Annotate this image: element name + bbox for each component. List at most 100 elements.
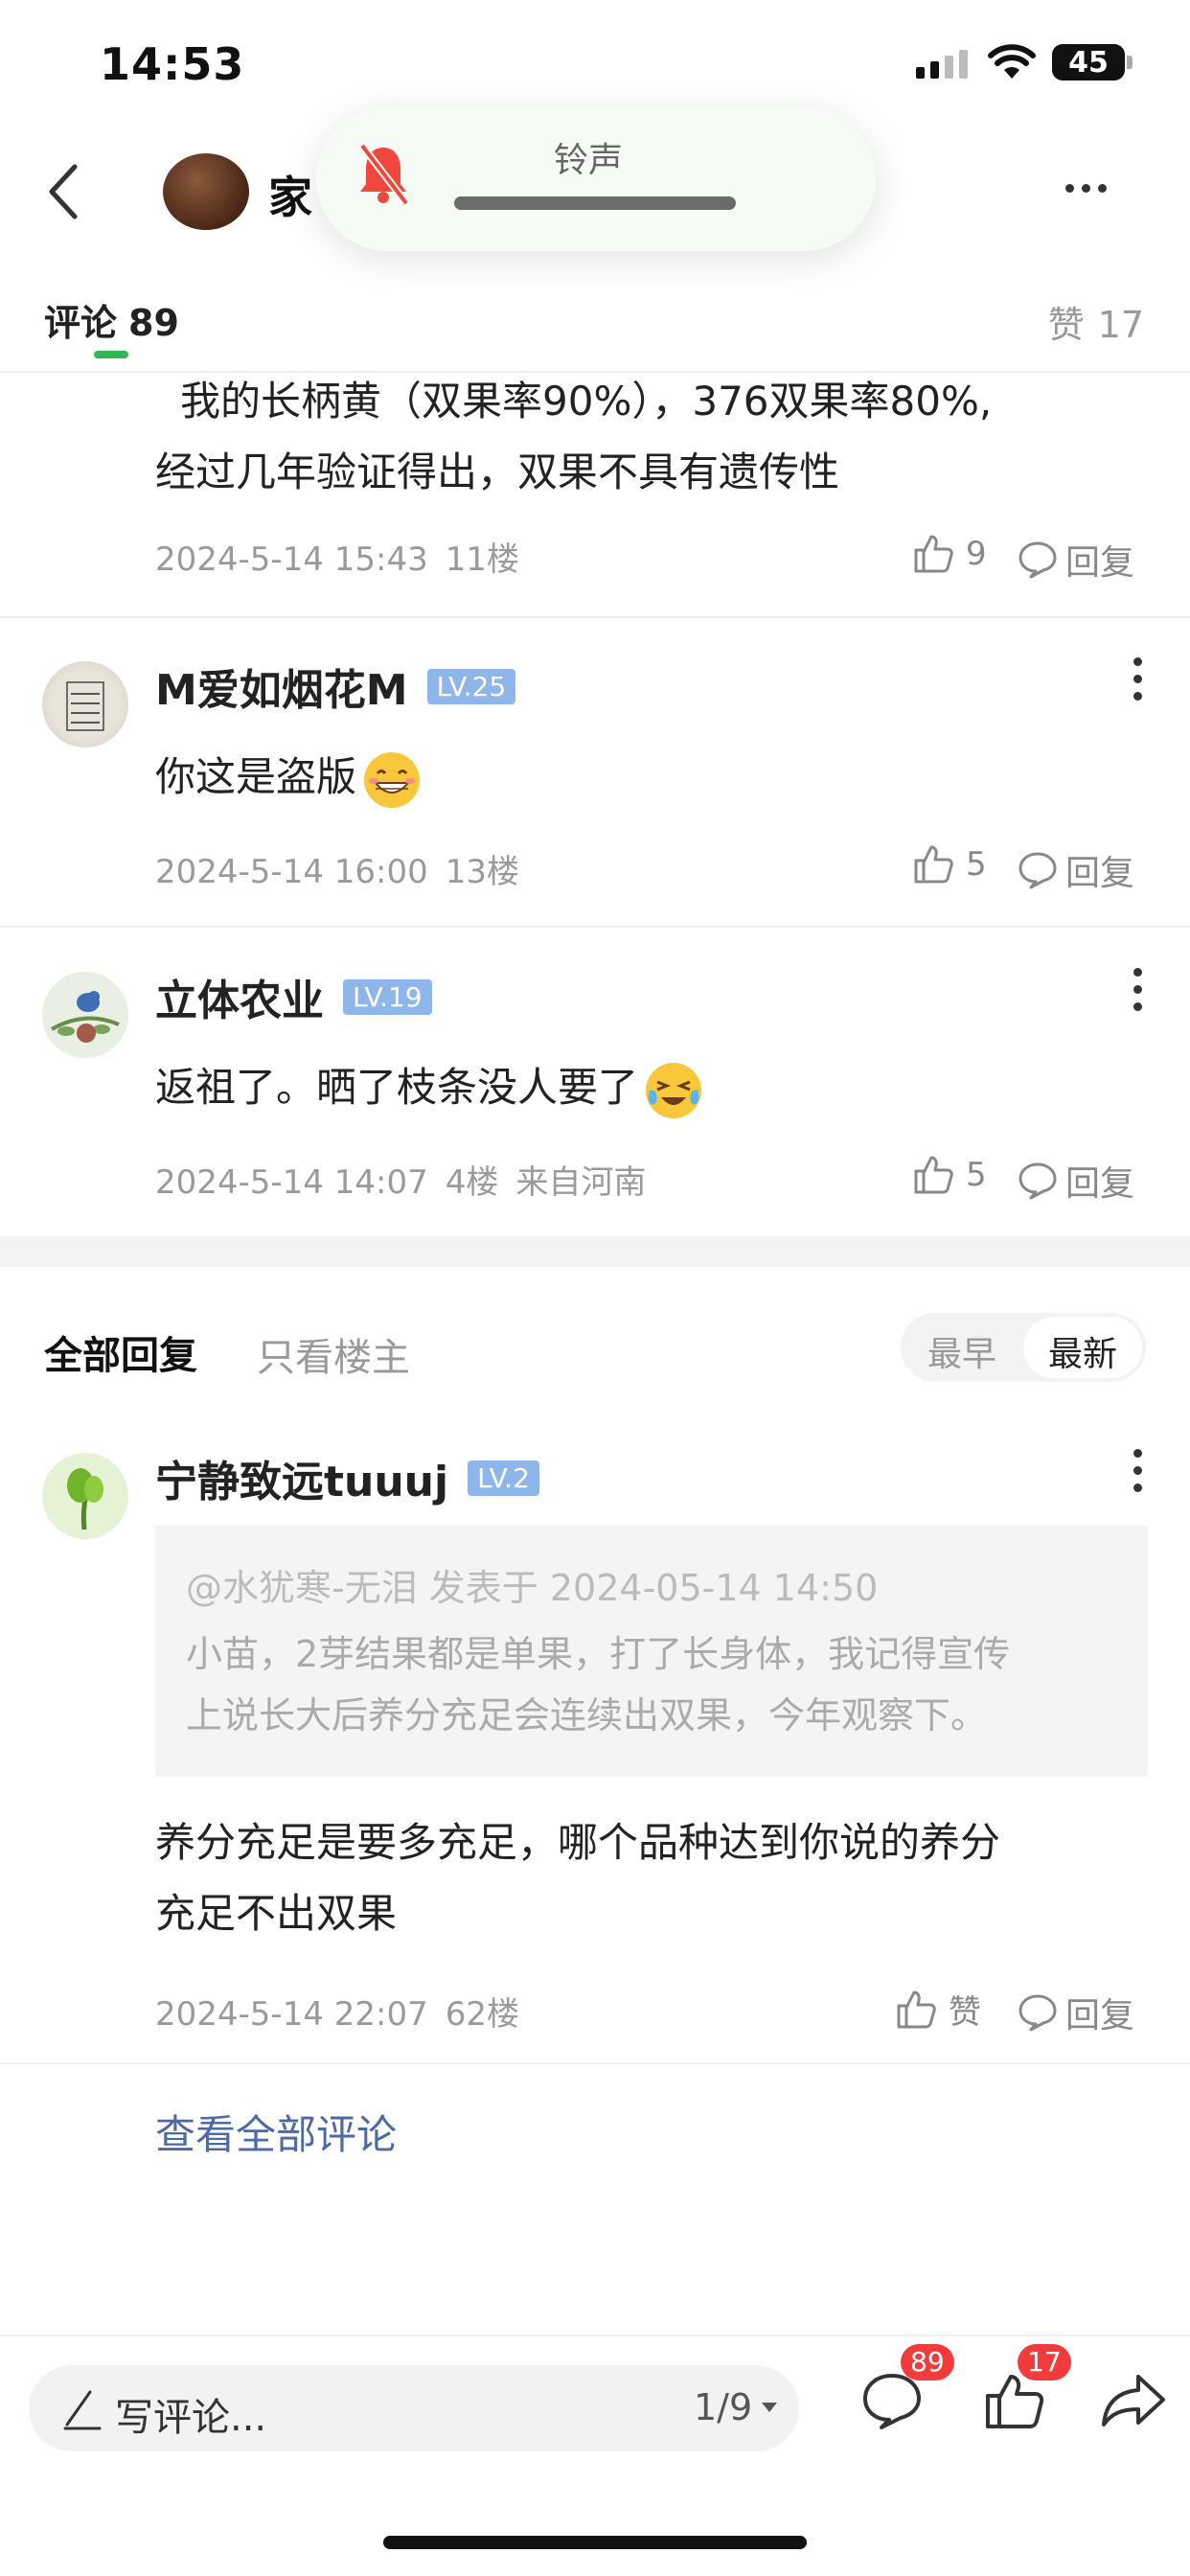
comment-more-icon[interactable] — [1133, 657, 1142, 701]
filter-owner-only[interactable]: 只看楼主 — [257, 1326, 410, 1382]
sort-earliest[interactable]: 最早 — [927, 1326, 996, 1376]
comment-count-badge: 89 — [901, 2344, 954, 2380]
divider — [0, 2334, 1190, 2336]
speech-bubble-icon — [1018, 1994, 1057, 2032]
comment-date: 2024-5-14 16:00 — [155, 853, 428, 891]
ringer-volume-bar — [454, 196, 736, 210]
like-button[interactable]: 5 — [912, 1154, 987, 1196]
level-badge: LV.19 — [343, 978, 432, 1015]
divider — [0, 2062, 1190, 2064]
username[interactable]: 立体农业 LV.19 — [155, 966, 432, 1027]
user-avatar[interactable] — [42, 972, 128, 1058]
back-arrow-icon[interactable] — [44, 163, 82, 220]
comment-date: 2024-5-14 15:43 — [155, 540, 428, 579]
share-arrow-icon[interactable] — [1100, 2371, 1167, 2430]
comment-floor: 11楼 — [445, 540, 520, 579]
tab-comments-count: 89 — [128, 302, 179, 344]
comment-meta: 2024-5-14 22:07 62楼 — [155, 1988, 537, 2035]
comment-more-icon[interactable] — [1133, 968, 1142, 1011]
home-indicator — [383, 2536, 807, 2549]
comment-date: 2024-5-14 14:07 — [155, 1163, 428, 1202]
comment-location: 来自河南 — [515, 1163, 647, 1202]
comment-text-line: 我的长柄黄（双果率90%），376双果率80%, — [180, 378, 993, 425]
tab-likes-count: 17 — [1097, 304, 1144, 346]
speech-bubble-icon — [1018, 852, 1057, 889]
comment-text-content: 你这是盗版 — [155, 753, 357, 800]
comment-text-line: 经过几年验证得出，双果不具有遗传性 — [155, 448, 840, 495]
username-text: 宁静致远tuuuj — [155, 1458, 449, 1506]
reply-button[interactable]: 回复 — [1018, 1988, 1134, 2037]
reply-button[interactable]: 回复 — [1018, 1156, 1134, 1206]
comment-meta: 2024-5-14 16:00 13楼 — [155, 845, 537, 892]
quote-header: @水犹寒-无泪 发表于 2024-05-14 14:50 — [186, 1567, 879, 1609]
page-selector[interactable]: 1/9 — [694, 2386, 779, 2428]
like-button[interactable]: 5 — [912, 843, 987, 886]
comment-text: 我的长柄黄（双果率90%），376双果率80%, 经过几年验证得出，双果不具有遗… — [155, 366, 1161, 508]
reply-button[interactable]: 回复 — [1018, 845, 1134, 895]
grin-emoji-icon — [364, 751, 421, 808]
comment-text-content: 返祖了。晒了枝条没人要了 — [155, 1064, 639, 1111]
reply-label: 回复 — [1065, 1164, 1135, 1204]
comment-floor: 4楼 — [445, 1163, 499, 1202]
comment-text: 你这是盗版 — [155, 742, 1161, 813]
comment-floor: 62楼 — [445, 1995, 520, 2034]
cellular-signal-icon — [916, 50, 968, 79]
like-count: 9 — [966, 535, 987, 573]
level-badge: LV.2 — [468, 1460, 539, 1496]
thumbs-up-icon — [897, 1990, 936, 2028]
reply-label: 回复 — [1065, 854, 1135, 893]
comment-text-line: 充足不出双果 — [155, 1890, 398, 1937]
tab-likes[interactable]: 赞 17 — [1048, 295, 1144, 348]
quote-body: 小苗，2芽结果都是单果，打了长身体，我记得宣传 上说长大后养分充足会连续出双果，… — [186, 1623, 1125, 1746]
battery-cap — [1127, 56, 1133, 69]
quote-line: 上说长大后养分充足会连续出双果，今年观察下。 — [186, 1694, 988, 1736]
username-text: M爱如烟花M — [155, 666, 408, 715]
thumbs-up-icon — [914, 845, 953, 884]
battery-icon: 45 — [1052, 44, 1125, 80]
comment-meta: 2024-5-14 14:07 4楼 来自河南 — [155, 1156, 663, 1203]
filter-all-replies[interactable]: 全部回复 — [44, 1324, 197, 1380]
comment-more-icon[interactable] — [1133, 1449, 1142, 1492]
username[interactable]: 宁静致远tuuuj LV.2 — [155, 1447, 539, 1508]
page-number: 1/9 — [694, 2386, 753, 2428]
divider — [0, 926, 1190, 928]
username[interactable]: M爱如烟花M LV.25 — [155, 656, 516, 717]
comment-text: 返祖了。晒了枝条没人要了 — [155, 1052, 1161, 1123]
like-button[interactable]: 赞 — [895, 1986, 981, 2033]
level-badge: LV.25 — [426, 668, 516, 704]
thumbs-up-icon — [914, 1156, 953, 1194]
user-avatar[interactable] — [42, 1453, 128, 1539]
wifi-icon — [988, 44, 1036, 79]
caret-down-icon — [762, 2403, 778, 2412]
user-avatar[interactable] — [42, 661, 128, 748]
comment-floor: 13楼 — [445, 853, 520, 891]
author-name[interactable]: 家 — [268, 163, 312, 226]
crying-laughing-emoji-icon — [646, 1062, 702, 1118]
tab-likes-label: 赞 — [1047, 304, 1085, 346]
write-comment-placeholder: 写评论... — [115, 2396, 267, 2440]
sort-newest[interactable]: 最新 — [1048, 1326, 1117, 1376]
view-all-comments-link[interactable]: 查看全部评论 — [155, 2103, 397, 2161]
like-count-badge: 17 — [1018, 2344, 1071, 2380]
pen-icon — [63, 2390, 102, 2430]
reply-label: 回复 — [1065, 543, 1135, 583]
quote-line: 小苗，2芽结果都是单果，打了长身体，我记得宣传 — [186, 1633, 1011, 1675]
more-options-icon[interactable] — [1065, 184, 1107, 193]
like-count: 5 — [966, 1156, 987, 1194]
bell-muted-icon — [358, 143, 410, 206]
tab-comments-label: 评论 — [44, 302, 118, 344]
speech-bubble-icon — [1018, 541, 1057, 579]
divider — [0, 616, 1190, 618]
tab-comments[interactable]: 评论 89 — [44, 293, 179, 346]
status-time: 14:53 — [100, 38, 245, 90]
like-label: 赞 — [949, 1993, 981, 2032]
author-avatar[interactable] — [163, 153, 249, 230]
section-divider — [0, 1236, 1190, 1267]
comment-meta: 2024-5-14 15:43 11楼 — [155, 533, 537, 580]
like-count: 5 — [966, 845, 987, 884]
reply-label: 回复 — [1065, 1996, 1135, 2036]
reply-button[interactable]: 回复 — [1018, 535, 1134, 585]
ringer-label: 铃声 — [554, 141, 624, 180]
like-button[interactable]: 9 — [912, 533, 987, 575]
comment-text-line: 养分充足是要多充足，哪个品种达到你说的养分 — [155, 1819, 1001, 1866]
